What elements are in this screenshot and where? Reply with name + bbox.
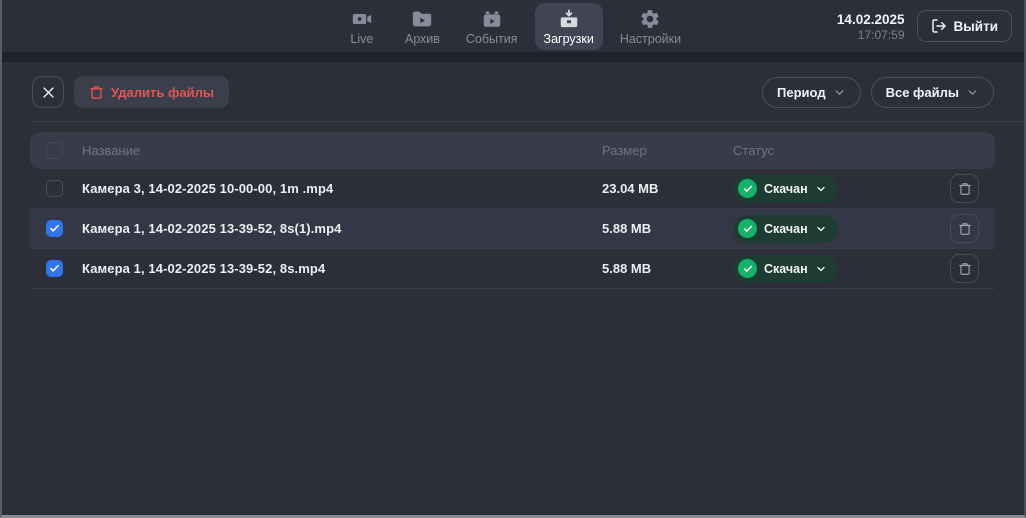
chevron-down-icon xyxy=(815,183,827,195)
delete-files-label: Удалить файлы xyxy=(111,85,214,100)
download-box-icon xyxy=(558,8,580,30)
table-row: Камера 3, 14-02-2025 10-00-00, 1m .mp4 2… xyxy=(30,169,995,209)
tab-downloads[interactable]: Загрузки xyxy=(535,3,603,50)
tab-label: Live xyxy=(350,33,373,46)
main-tabs: Live Архив События Загрузки xyxy=(336,3,690,50)
top-navigation-bar: Live Архив События Загрузки xyxy=(2,0,1024,52)
video-camera-icon xyxy=(351,8,373,30)
downloads-page: Удалить файлы Период Все файлы xyxy=(2,62,1024,515)
tab-archive[interactable]: Архив xyxy=(396,3,449,50)
header-name: Название xyxy=(82,143,602,158)
app-window: Live Архив События Загрузки xyxy=(0,0,1026,518)
topbar-divider xyxy=(2,52,1024,62)
file-filter-dropdown[interactable]: Все файлы xyxy=(871,77,994,108)
file-name: Камера 1, 14-02-2025 13-39-52, 8s(1).mp4 xyxy=(82,221,602,236)
row-checkbox[interactable] xyxy=(46,220,63,237)
check-circle-icon xyxy=(738,219,757,238)
table-row: Камера 1, 14-02-2025 13-39-52, 8s(1).mp4… xyxy=(30,209,995,249)
chevron-down-icon xyxy=(815,223,827,235)
file-size: 5.88 MB xyxy=(602,221,733,236)
chevron-down-icon xyxy=(815,263,827,275)
file-filter-label: Все файлы xyxy=(886,85,959,100)
datetime-display: 14.02.2025 17:07:59 xyxy=(837,11,905,42)
status-badge[interactable]: Скачан xyxy=(733,175,838,203)
delete-row-button[interactable] xyxy=(950,214,979,243)
header-status: Статус xyxy=(733,143,934,158)
logout-icon xyxy=(931,18,947,34)
tab-events[interactable]: События xyxy=(457,3,527,50)
status-label: Скачан xyxy=(764,182,808,196)
file-size: 5.88 MB xyxy=(602,261,733,276)
events-icon xyxy=(481,8,503,30)
period-label: Период xyxy=(777,85,826,100)
table-row: Камера 1, 14-02-2025 13-39-52, 8s.mp4 5.… xyxy=(30,249,995,289)
status-badge[interactable]: Скачан xyxy=(733,255,838,283)
chevron-down-icon xyxy=(966,86,979,99)
tab-live[interactable]: Live xyxy=(336,3,388,50)
row-checkbox[interactable] xyxy=(46,180,63,197)
chevron-down-icon xyxy=(833,86,846,99)
logout-label: Выйти xyxy=(954,19,999,34)
tab-label: Загрузки xyxy=(544,33,594,46)
file-name: Камера 3, 14-02-2025 10-00-00, 1m .mp4 xyxy=(82,181,602,196)
current-time: 17:07:59 xyxy=(837,28,905,42)
delete-row-button[interactable] xyxy=(950,174,979,203)
close-selection-button[interactable] xyxy=(32,76,64,108)
toolbar-divider-line xyxy=(32,121,1024,122)
header-size: Размер xyxy=(602,143,733,158)
file-name: Камера 1, 14-02-2025 13-39-52, 8s.mp4 xyxy=(82,261,602,276)
status-label: Скачан xyxy=(764,262,808,276)
row-checkbox[interactable] xyxy=(46,260,63,277)
select-all-checkbox[interactable] xyxy=(46,142,63,159)
current-date: 14.02.2025 xyxy=(837,11,905,28)
check-circle-icon xyxy=(738,259,757,278)
trash-icon xyxy=(89,85,104,100)
tab-label: События xyxy=(466,33,518,46)
period-dropdown[interactable]: Период xyxy=(762,77,861,108)
downloads-table: Название Размер Статус Камера 3, 14-02-2… xyxy=(30,132,995,289)
topbar-right: 14.02.2025 17:07:59 Выйти xyxy=(837,0,1012,52)
check-circle-icon xyxy=(738,179,757,198)
tab-label: Архив xyxy=(405,33,440,46)
tab-label: Настройки xyxy=(620,33,681,46)
folder-play-icon xyxy=(411,8,433,30)
table-header: Название Размер Статус xyxy=(30,132,995,169)
status-badge[interactable]: Скачан xyxy=(733,215,838,243)
selection-toolbar: Удалить файлы Период Все файлы xyxy=(2,62,1024,118)
delete-row-button[interactable] xyxy=(950,254,979,283)
delete-files-button[interactable]: Удалить файлы xyxy=(74,76,229,108)
status-label: Скачан xyxy=(764,222,808,236)
tab-settings[interactable]: Настройки xyxy=(611,3,690,50)
file-size: 23.04 MB xyxy=(602,181,733,196)
logout-button[interactable]: Выйти xyxy=(917,10,1013,42)
gear-icon xyxy=(639,8,661,30)
